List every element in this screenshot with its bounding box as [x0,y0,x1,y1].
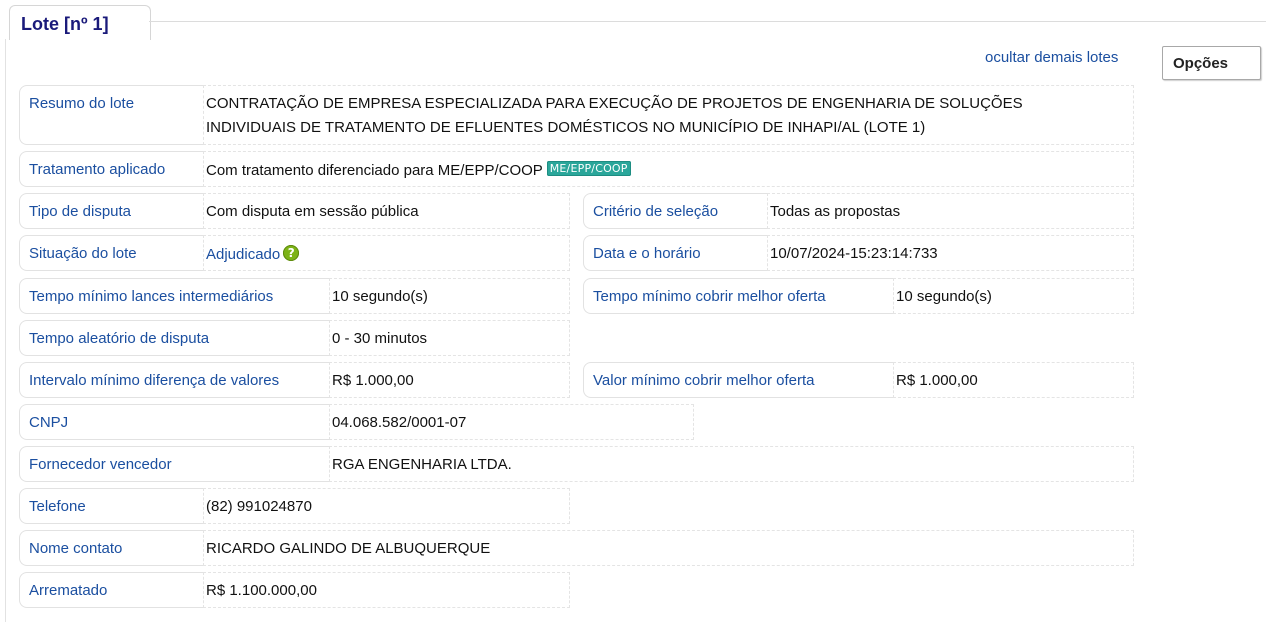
min-cover-time-label: Tempo mínimo cobrir melhor oferta [593,288,826,305]
min-interval-value: R$ 1.000,00 [332,372,414,389]
summary-label: Resumo do lote [29,95,135,112]
summary-label-cell [19,85,204,145]
winning-bid-value: R$ 1.100.000,00 [206,582,317,599]
phone-value: (82) 991024870 [206,498,312,515]
min-interval-label: Intervalo mínimo diferença de valores [29,372,280,389]
min-cover-value-value: R$ 1.000,00 [896,372,978,389]
dispute-type-label: Tipo de disputa [29,203,132,220]
cnpj-label: CNPJ [29,414,69,431]
lot-title: Lote [nº 1] [21,14,109,34]
random-time-label: Tempo aleatório de disputa [29,330,210,347]
treatment-value: Com tratamento diferenciado para ME/EPP/… [206,161,631,179]
options-button[interactable]: Opções [1162,46,1261,80]
treatment-text: Com tratamento diferenciado para ME/EPP/… [206,162,543,179]
status-link[interactable]: Adjudicado [206,246,280,263]
divider [149,21,1266,22]
supplier-label: Fornecedor vencedor [29,456,172,473]
criteria-label: Critério de seleção [593,203,719,220]
min-cover-time-value: 10 segundo(s) [896,288,992,305]
contact-name-value: RICARDO GALINDO DE ALBUQUERQUE [206,540,491,557]
datetime-label: Data e o horário [593,245,701,262]
min-bid-time-label: Tempo mínimo lances intermediários [29,288,274,305]
lot-tab[interactable]: Lote [nº 1] [9,5,151,40]
summary-value-cell [203,85,1134,145]
me-epp-coop-badge: ME/EPP/COOP [546,161,631,176]
supplier-value: RGA ENGENHARIA LTDA. [332,456,512,473]
summary-value-line1: CONTRATAÇÃO DE EMPRESA ESPECIALIZADA PAR… [206,95,1023,112]
min-cover-value-label: Valor mínimo cobrir melhor oferta [593,372,815,389]
hide-other-lots-link[interactable]: ocultar demais lotes [985,49,1118,66]
winning-bid-label: Arrematado [29,582,108,599]
summary-value-line2: INDIVIDUAIS DE TRATAMENTO DE EFLUENTES D… [206,119,926,136]
status-value: Adjudicado? [206,245,300,263]
treatment-label: Tratamento aplicado [29,161,166,178]
phone-label: Telefone [29,498,86,515]
min-bid-time-value: 10 segundo(s) [332,288,428,305]
status-label: Situação do lote [29,245,137,262]
random-time-value: 0 - 30 minutos [332,330,428,347]
contact-name-label: Nome contato [29,540,123,557]
help-icon[interactable]: ? [283,245,300,261]
datetime-value: 10/07/2024-15:23:14:733 [770,245,938,262]
criteria-value: Todas as propostas [770,203,901,220]
divider [5,39,6,622]
dispute-type-value: Com disputa em sessão pública [206,203,419,220]
cnpj-value: 04.068.582/0001-07 [332,414,467,431]
